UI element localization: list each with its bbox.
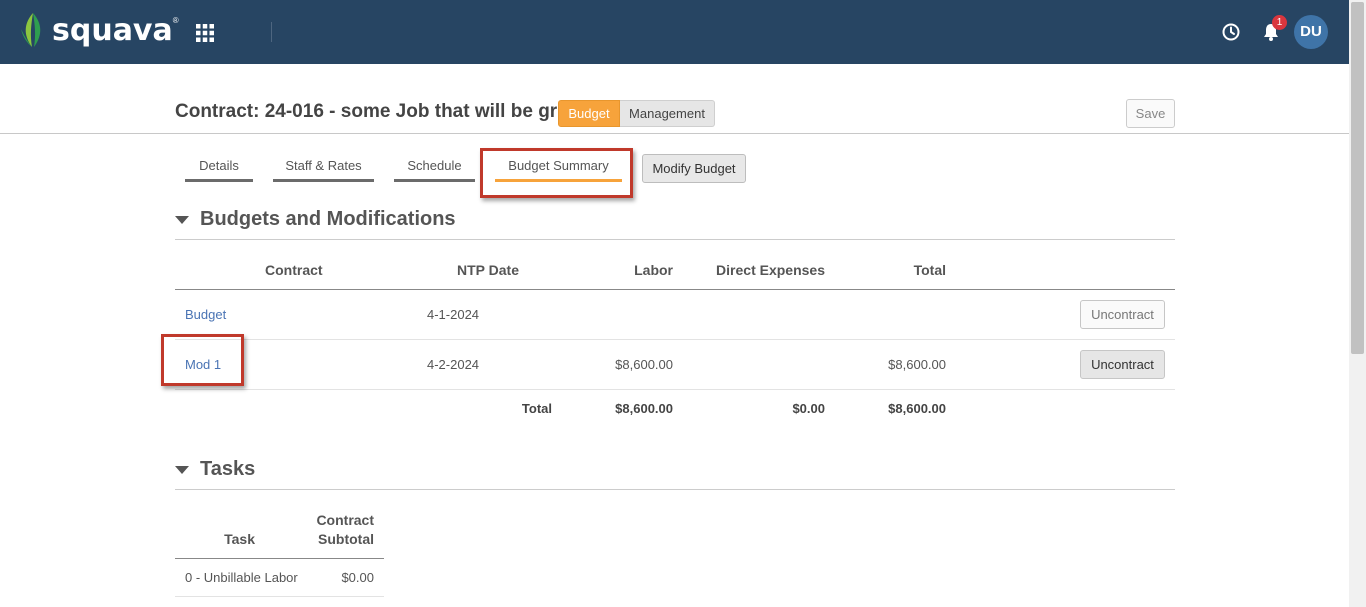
table-row-divider: [175, 389, 1175, 390]
totals-direct-expenses: $0.00: [792, 401, 825, 416]
logo-wordmark: squava: [52, 12, 173, 48]
col-header-contract-subtotal-line2: Subtotal: [318, 531, 374, 547]
highlight-box-budget-summary: [480, 148, 633, 198]
management-view-toggle[interactable]: Management: [620, 100, 715, 127]
apps-grid-icon[interactable]: [195, 23, 215, 43]
task-row-divider: [175, 596, 384, 597]
tab-details[interactable]: Details: [185, 158, 253, 182]
mod1-row-ntp-date: 4-2-2024: [427, 357, 480, 372]
tasks-section-toggle[interactable]: Tasks: [175, 458, 255, 481]
clock-icon[interactable]: [1221, 22, 1241, 42]
caret-down-icon: [175, 465, 189, 474]
table-row-divider: [175, 339, 1175, 340]
col-header-labor: Labor: [634, 262, 673, 278]
header-divider: [271, 22, 272, 42]
budget-row-ntp-date: 4-1-2024: [427, 307, 480, 322]
logo-trademark: ®: [172, 15, 179, 25]
save-button[interactable]: Save: [1126, 99, 1175, 128]
budgets-section-divider: [175, 239, 1175, 240]
col-header-contract: Contract: [265, 262, 323, 278]
budgets-section-toggle[interactable]: Budgets and Modifications: [175, 208, 456, 231]
col-header-total: Total: [913, 262, 946, 278]
col-header-direct-expenses: Direct Expenses: [716, 262, 825, 278]
budget-view-toggle[interactable]: Budget: [558, 100, 620, 127]
uncontract-button-mod1[interactable]: Uncontract: [1080, 350, 1165, 379]
page-scrollbar-thumb[interactable]: [1351, 2, 1364, 354]
leaf-logo-icon: [21, 13, 41, 47]
caret-down-icon: [175, 215, 189, 224]
contract-title: Contract: 24-016 - some Job that will be…: [175, 101, 585, 122]
col-header-task: Task: [224, 531, 255, 547]
totals-label: Total: [521, 401, 552, 416]
tasks-section-title: Tasks: [200, 458, 256, 480]
tasks-header-divider: [175, 558, 384, 559]
user-avatar[interactable]: DU: [1294, 15, 1328, 49]
tab-schedule[interactable]: Schedule: [394, 158, 475, 182]
task-row-subtotal: $0.00: [341, 570, 374, 585]
squava-logo[interactable]: squava ®: [20, 10, 179, 50]
uncontract-button-budget[interactable]: Uncontract: [1080, 300, 1165, 329]
table-header-divider: [175, 289, 1175, 290]
notification-count-badge: 1: [1272, 15, 1287, 30]
highlight-box-mod1: [161, 334, 244, 386]
modify-budget-button[interactable]: Modify Budget: [642, 154, 746, 183]
mod1-row-labor: $8,600.00: [615, 357, 673, 372]
tasks-section-divider: [175, 489, 1175, 490]
col-header-contract-subtotal-line1: Contract: [316, 512, 374, 528]
title-divider: [0, 133, 1349, 134]
budget-row-contract-link[interactable]: Budget: [185, 307, 226, 322]
budgets-section-title: Budgets and Modifications: [200, 208, 456, 230]
task-row-name: 0 - Unbillable Labor: [185, 570, 298, 585]
totals-total: $8,600.00: [888, 401, 946, 416]
mod1-row-total: $8,600.00: [888, 357, 946, 372]
col-header-ntp-date: NTP Date: [457, 262, 519, 278]
totals-labor: $8,600.00: [615, 401, 673, 416]
tab-staff-rates[interactable]: Staff & Rates: [273, 158, 374, 182]
